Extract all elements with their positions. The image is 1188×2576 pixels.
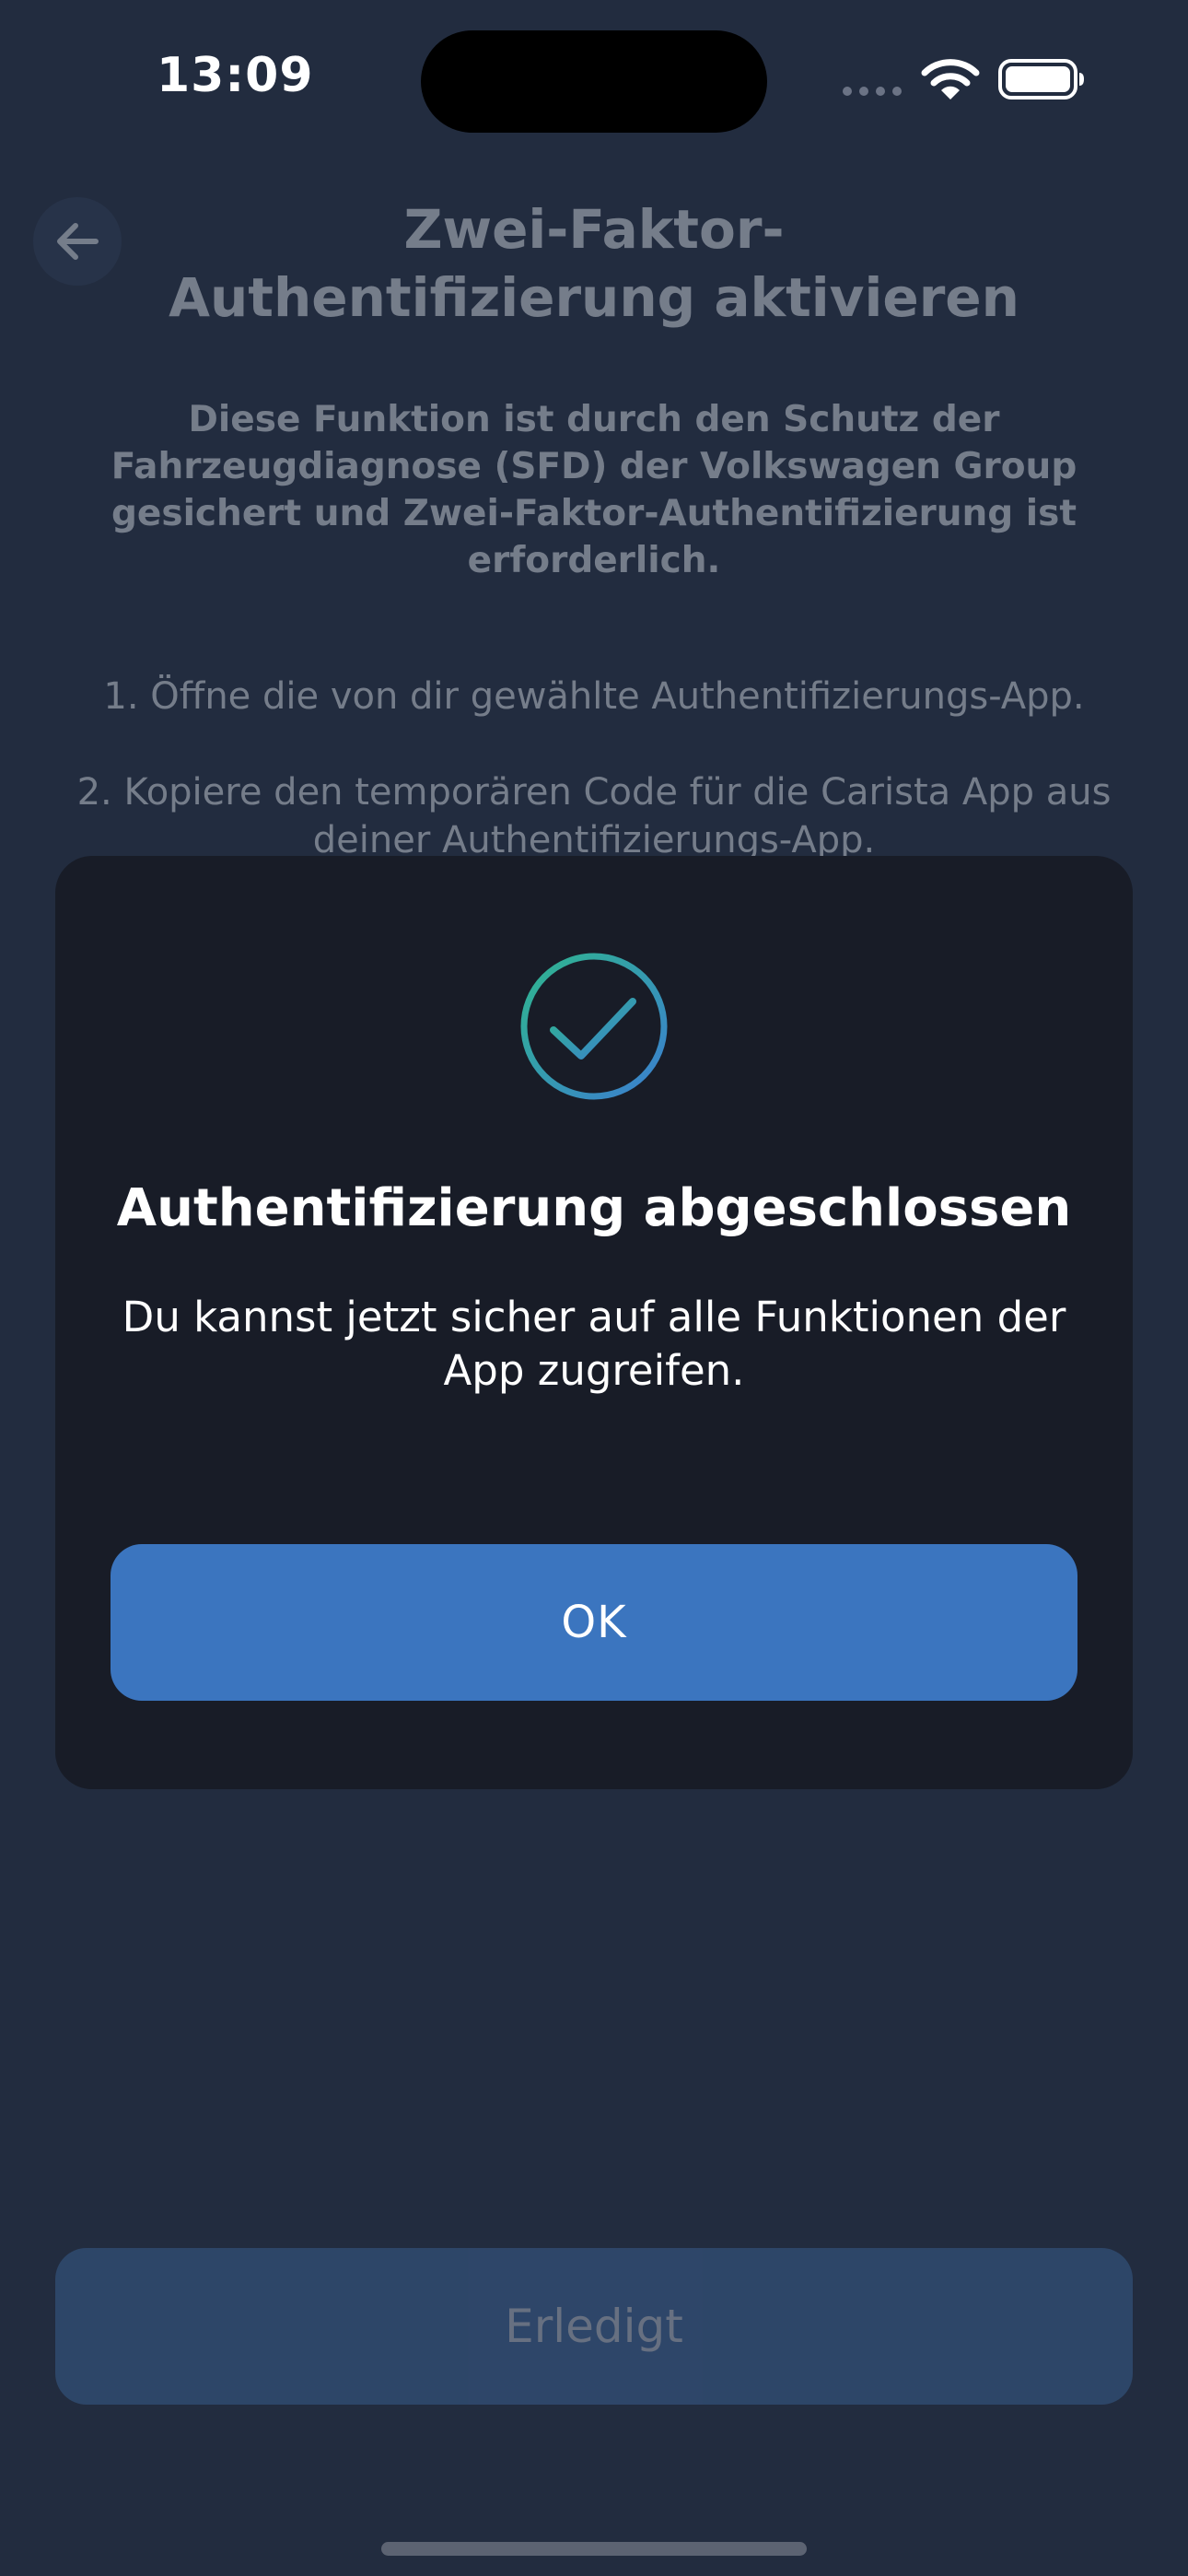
dialog-message: Du kannst jetzt sicher auf alle Funktion… xyxy=(122,1293,1066,1395)
instruction-step-1: 1. Öffne die von dir gewählte Authentifi… xyxy=(103,675,1085,718)
home-indicator[interactable] xyxy=(381,2542,807,2556)
screen: 13:09 Zwei-Faktor-Authentifizierung akti… xyxy=(0,0,1188,2576)
done-button[interactable]: Erledigt xyxy=(55,2248,1133,2405)
instruction-step-2: 2. Kopiere den temporären Code für die C… xyxy=(76,771,1112,861)
arrow-left-icon xyxy=(57,223,99,260)
page-title: Zwei-Faktor-Authentifizierung aktivieren xyxy=(169,198,1019,329)
dialog-title: Authentifizierung abgeschlossen xyxy=(116,1178,1072,1238)
check-circle-icon xyxy=(520,953,668,1100)
ok-button[interactable]: OK xyxy=(111,1544,1077,1701)
success-dialog: Authentifizierung abgeschlossen Du kanns… xyxy=(55,856,1133,1789)
back-button[interactable] xyxy=(33,197,122,286)
intro-text: Diese Funktion ist durch den Schutz der … xyxy=(111,399,1077,581)
